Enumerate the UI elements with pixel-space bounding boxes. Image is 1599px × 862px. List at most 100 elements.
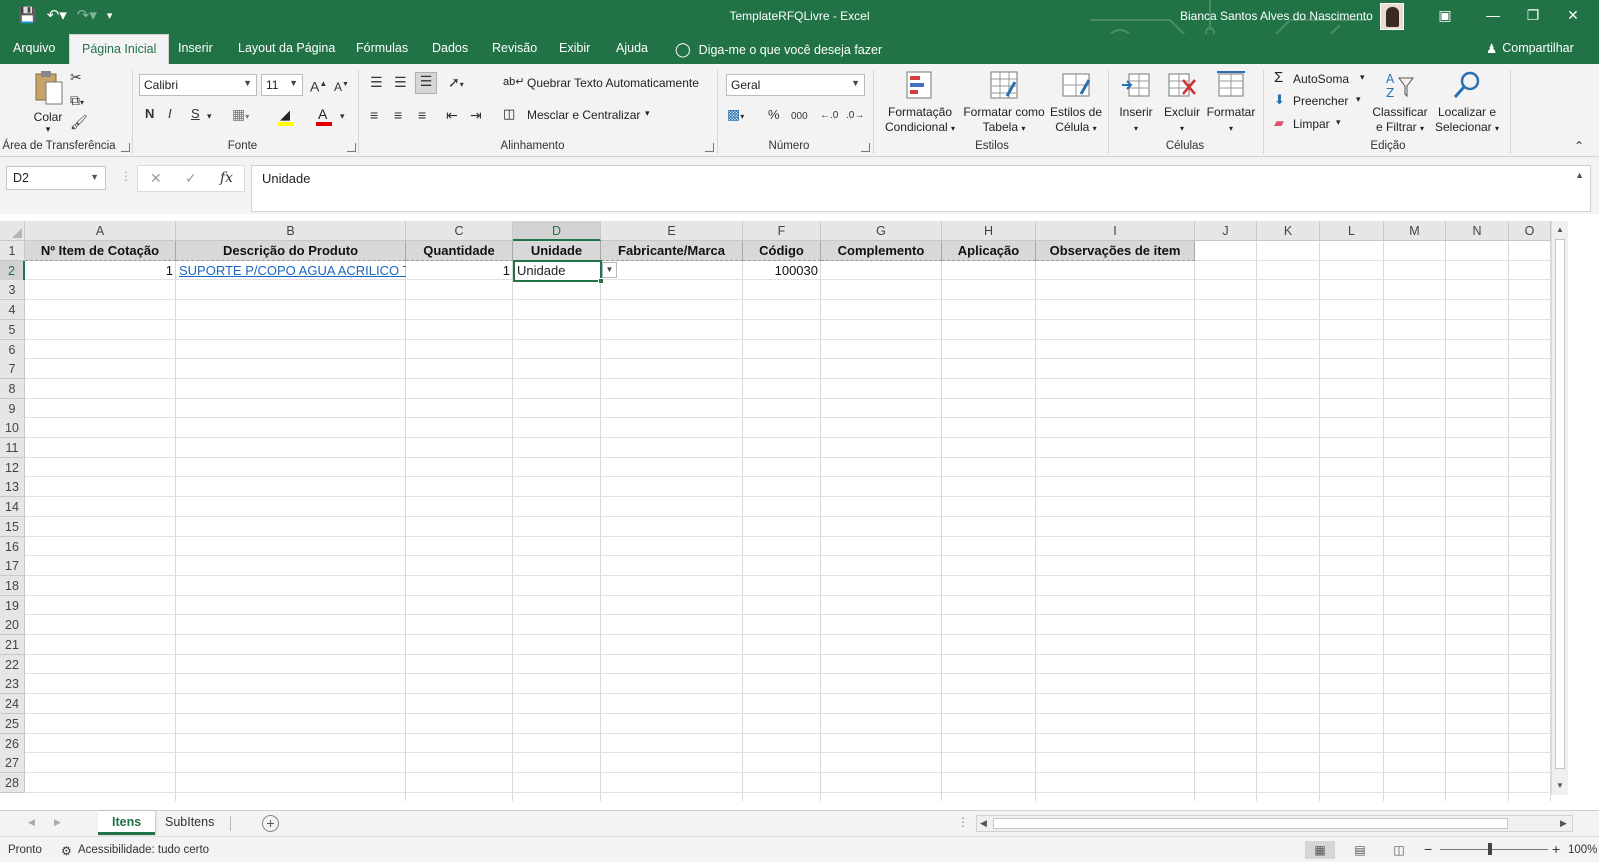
split-handle-icon[interactable]: ⋮ <box>957 815 969 829</box>
enter-icon[interactable]: ✓ <box>185 170 197 187</box>
scroll-up-icon[interactable]: ▲ <box>1556 225 1564 234</box>
row-header-15[interactable]: 15 <box>0 516 25 537</box>
column-header-g[interactable]: G <box>821 221 942 241</box>
header-cell-g1[interactable]: Complemento <box>821 241 942 261</box>
column-header-b[interactable]: B <box>176 221 406 241</box>
prev-sheet-icon[interactable]: ◀ <box>28 817 35 828</box>
scroll-down-icon[interactable]: ▼ <box>1556 781 1564 790</box>
delete-cells-button[interactable]: Excluir ▾ <box>1160 68 1204 136</box>
row-header-4[interactable]: 4 <box>0 300 25 321</box>
zoom-out-icon[interactable]: − <box>1424 841 1432 857</box>
row-header-19[interactable]: 19 <box>0 595 25 616</box>
align-left-icon[interactable]: ≡ <box>370 107 378 123</box>
tab-revisao[interactable]: Revisão <box>492 41 537 55</box>
format-cells-button[interactable]: Formatar ▾ <box>1206 68 1256 136</box>
orientation-icon[interactable]: ➚▾ <box>448 74 464 93</box>
alignment-launcher-icon[interactable] <box>705 143 714 152</box>
row-header-20[interactable]: 20 <box>0 615 25 636</box>
font-color-icon[interactable]: A <box>316 106 338 126</box>
header-cell-a1[interactable]: Nº Item de Cotação <box>25 241 176 261</box>
row-header-10[interactable]: 10 <box>0 418 25 439</box>
column-header-k[interactable]: K <box>1257 221 1320 241</box>
align-middle-icon[interactable]: ☰ <box>394 74 407 90</box>
insert-function-icon[interactable]: fx <box>220 170 233 186</box>
row-header-1[interactable]: 1 <box>0 241 25 261</box>
increase-indent-icon[interactable]: ⇥ <box>470 107 482 123</box>
font-color-dropdown-icon[interactable]: ▾ <box>340 108 345 124</box>
tab-dados[interactable]: Dados <box>432 41 468 55</box>
row-header-9[interactable]: 9 <box>0 398 25 419</box>
scroll-left-icon[interactable]: ◀ <box>980 818 987 829</box>
align-top-icon[interactable]: ☰ <box>370 74 383 90</box>
next-sheet-icon[interactable]: ▶ <box>54 817 61 828</box>
formula-input[interactable]: Unidade ▲ <box>251 165 1591 212</box>
column-header-a[interactable]: A <box>25 221 176 241</box>
accounting-format-icon[interactable]: ▩▾ <box>727 106 744 125</box>
vertical-scroll-thumb[interactable] <box>1555 239 1565 769</box>
row-header-16[interactable]: 16 <box>0 536 25 557</box>
number-format-select[interactable]: Geral ▼ <box>726 74 865 96</box>
close-icon[interactable]: ✕ <box>1563 7 1583 24</box>
increase-decimal-icon[interactable]: ←.0 <box>820 108 838 124</box>
header-cell-c1[interactable]: Quantidade <box>406 241 513 261</box>
cell-c2[interactable]: 1 <box>406 261 513 281</box>
fill-color-icon[interactable]: ◢ <box>278 107 300 127</box>
vertical-scrollbar[interactable]: ▲ ▼ <box>1551 221 1568 795</box>
header-cell-d1[interactable]: Unidade <box>513 241 601 261</box>
decrease-font-icon[interactable]: A▼ <box>334 77 349 95</box>
scroll-right-icon[interactable]: ▶ <box>1560 818 1567 829</box>
share-button[interactable]: ♟ Compartilhar <box>1486 41 1574 56</box>
accessibility-status[interactable]: Acessibilidade: tudo certo <box>78 844 209 856</box>
column-header-h[interactable]: H <box>942 221 1036 241</box>
column-header-i[interactable]: I <box>1036 221 1195 241</box>
header-cell-h1[interactable]: Aplicação <box>942 241 1036 261</box>
font-name-select[interactable]: Calibri ▼ <box>139 74 257 96</box>
row-header-18[interactable]: 18 <box>0 575 25 596</box>
align-bottom-icon[interactable]: ☰ <box>415 72 437 94</box>
fill-handle[interactable] <box>598 278 604 284</box>
cancel-icon[interactable]: ✕ <box>150 170 162 187</box>
minimize-icon[interactable]: — <box>1483 7 1503 23</box>
row-header-27[interactable]: 27 <box>0 753 25 774</box>
row-header-21[interactable]: 21 <box>0 635 25 655</box>
header-cell-f1[interactable]: Código <box>743 241 821 261</box>
validation-dropdown-button[interactable]: ▼ <box>602 262 617 278</box>
italic-button[interactable]: I <box>168 106 172 122</box>
row-header-11[interactable]: 11 <box>0 438 25 458</box>
tab-ajuda[interactable]: Ajuda <box>616 41 648 55</box>
zoom-slider[interactable] <box>1440 849 1548 850</box>
column-header-l[interactable]: L <box>1320 221 1384 241</box>
decrease-indent-icon[interactable]: ⇤ <box>446 107 458 123</box>
row-header-12[interactable]: 12 <box>0 457 25 478</box>
font-launcher-icon[interactable] <box>347 143 356 152</box>
column-header-d[interactable]: D <box>513 221 601 241</box>
column-header-m[interactable]: M <box>1384 221 1446 241</box>
clipboard-launcher-icon[interactable] <box>121 143 130 152</box>
column-header-c[interactable]: C <box>406 221 513 241</box>
column-header-o[interactable]: O <box>1509 221 1551 241</box>
row-header-7[interactable]: 7 <box>0 359 25 380</box>
find-select-button[interactable]: Localizar e Selecionar ▾ <box>1432 68 1502 136</box>
font-size-select[interactable]: 11 ▼ <box>261 74 303 96</box>
conditional-formatting-button[interactable]: Formatação Condicional ▾ <box>880 68 960 136</box>
tab-exibir[interactable]: Exibir <box>559 41 590 55</box>
accessibility-icon[interactable]: ⚙ <box>61 844 72 858</box>
row-header-23[interactable]: 23 <box>0 674 25 695</box>
page-break-view-icon[interactable]: ◫ <box>1384 841 1414 859</box>
row-header-8[interactable]: 8 <box>0 378 25 399</box>
expand-formula-bar-icon[interactable]: ▲ <box>1575 170 1584 180</box>
cell-a2[interactable]: 1 <box>25 261 176 281</box>
copy-icon[interactable]: ⧉▾ <box>70 92 84 111</box>
insert-cells-button[interactable]: Inserir ▾ <box>1114 68 1158 136</box>
active-cell-d2[interactable]: Unidade <box>513 260 604 284</box>
tab-formulas[interactable]: Fórmulas <box>356 41 408 55</box>
sheet-tab-itens[interactable]: Itens <box>98 811 156 835</box>
fill-button[interactable]: ⬇ Preencher ▾ <box>1274 92 1369 112</box>
row-header-24[interactable]: 24 <box>0 694 25 715</box>
thousands-button[interactable]: 000 <box>791 109 808 125</box>
header-cell-i1[interactable]: Observações de item <box>1036 241 1195 261</box>
zoom-in-icon[interactable]: + <box>1552 841 1560 857</box>
percent-button[interactable]: % <box>768 107 780 123</box>
underline-button[interactable]: S <box>191 106 200 122</box>
sheet-tab-subitens[interactable]: SubItens <box>151 811 228 835</box>
